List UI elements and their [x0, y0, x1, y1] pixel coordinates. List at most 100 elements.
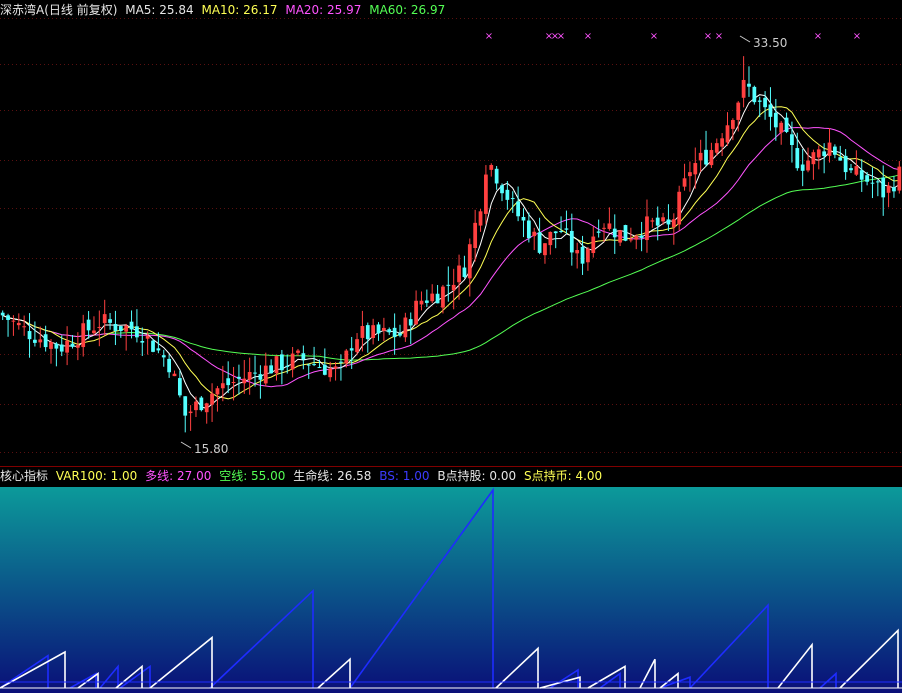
candle-body — [317, 367, 322, 369]
candle-body — [607, 223, 612, 229]
indicator-panel-bg — [0, 487, 902, 693]
candle-body — [462, 267, 467, 277]
candle-body — [564, 228, 569, 230]
candle-body — [784, 117, 789, 132]
candle-body — [156, 348, 161, 351]
candle-body — [43, 334, 48, 348]
candle-body — [387, 329, 392, 333]
candle-body — [510, 198, 515, 200]
var100-value: VAR100: 1.00 — [55, 469, 138, 483]
candle-body — [419, 300, 424, 305]
candle-body — [349, 348, 354, 351]
candle-body — [478, 211, 483, 226]
candle-body — [671, 219, 676, 228]
candle-body — [736, 102, 741, 120]
candle-body — [118, 326, 123, 332]
candle-body — [559, 230, 563, 232]
candle-body — [392, 327, 397, 338]
candle-body — [204, 403, 209, 413]
candle-body — [215, 388, 220, 395]
chart-canvas: × ××× × × × × × × 33.50 15.80 — [0, 0, 902, 693]
candle-body — [27, 331, 32, 340]
candle-body — [489, 165, 494, 170]
candle-body — [602, 227, 606, 229]
candle-body — [312, 364, 316, 366]
candle-body — [580, 246, 585, 264]
candle-body — [532, 231, 537, 237]
candle-body — [135, 326, 139, 338]
price-panel-bg — [0, 0, 902, 466]
candle-body — [16, 322, 21, 326]
candle-body — [210, 393, 214, 405]
candle-body — [333, 366, 338, 369]
candle-body — [457, 265, 461, 283]
candle-body — [451, 284, 456, 291]
candle-body — [800, 164, 805, 171]
candle-body — [382, 327, 386, 331]
signal-marker: × — [853, 31, 861, 42]
candle-body — [537, 232, 542, 253]
candle-body — [172, 373, 177, 377]
candle-body — [339, 361, 343, 363]
candle-body — [430, 293, 435, 302]
candle-body — [543, 243, 547, 256]
candle-body — [526, 220, 531, 239]
candle-body — [306, 364, 311, 366]
candle-body — [688, 172, 692, 177]
candle-body — [441, 286, 445, 308]
candle-body — [220, 383, 225, 389]
signal-marker: × — [650, 31, 658, 42]
candle-body — [296, 350, 300, 353]
max-price-label: 33.50 — [753, 36, 787, 50]
signal-marker: × — [715, 31, 723, 42]
signal-marker: × — [584, 31, 592, 42]
candle-body — [263, 365, 268, 384]
candle-body — [247, 372, 252, 380]
min-price-label: 15.80 — [194, 442, 228, 456]
candle-body — [414, 300, 418, 325]
ma20-value: MA20: 25.97 — [285, 3, 362, 17]
indicator-header: 核心指标 VAR100: 1.00 多线: 27.00 空线: 55.00 生命… — [0, 468, 606, 484]
s-hold-value: S点持币: 4.00 — [523, 469, 603, 483]
bs-value: BS: 1.00 — [379, 469, 430, 483]
candle-body — [70, 343, 75, 347]
candle-body — [242, 378, 247, 384]
life-line-value: 生命线: 26.58 — [293, 469, 372, 483]
candle-body — [725, 125, 730, 143]
candle-body — [33, 339, 37, 343]
candle-body — [108, 319, 112, 323]
candle-body — [484, 174, 488, 214]
candle-body — [763, 97, 767, 108]
candle-body — [446, 284, 451, 286]
stock-title: 深赤湾A(日线 前复权) — [0, 3, 118, 17]
candle-body — [161, 355, 166, 358]
candle-body — [521, 216, 526, 221]
candle-body — [569, 230, 574, 253]
candle-body — [188, 411, 193, 414]
candle-body — [102, 314, 107, 324]
candle-body — [827, 142, 832, 156]
ma10-value: MA10: 26.17 — [201, 3, 278, 17]
candle-body — [177, 378, 182, 396]
candle-body — [596, 231, 601, 233]
b-hold-value: B点持股: 0.00 — [437, 469, 517, 483]
ma60-value: MA60: 26.97 — [369, 3, 446, 17]
candle-body — [655, 217, 660, 226]
signal-marker: × — [557, 31, 565, 42]
candle-body — [75, 345, 80, 348]
candle-body — [704, 149, 708, 165]
candle-body — [634, 236, 639, 240]
signal-marker: × — [704, 31, 712, 42]
candle-body — [795, 148, 800, 169]
candle-body — [505, 189, 510, 200]
candle-body — [435, 293, 440, 304]
candle-body — [301, 353, 306, 360]
candle-body — [97, 326, 102, 328]
candle-body — [124, 325, 129, 332]
candle-body — [49, 342, 53, 349]
candle-body — [424, 300, 429, 303]
candle-body — [639, 235, 644, 238]
candle-body — [757, 100, 762, 102]
candle-body — [623, 225, 628, 241]
candle-body — [779, 122, 784, 133]
